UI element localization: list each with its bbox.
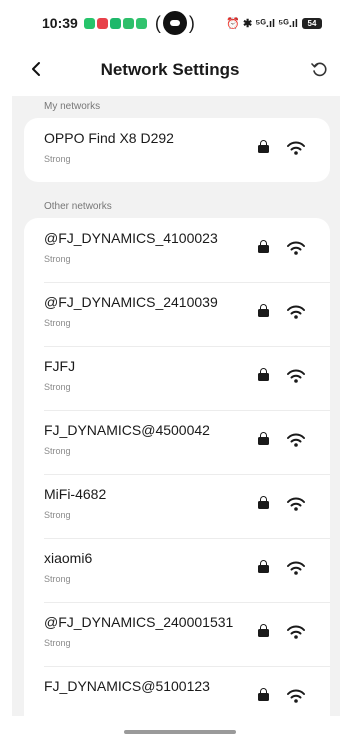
wifi-icon (287, 497, 305, 511)
header: Network Settings (0, 46, 340, 94)
network-row[interactable]: @FJ_DYNAMICS_4100023 Strong (24, 218, 330, 282)
wifi-icon (287, 689, 305, 703)
wifi-icon (287, 241, 305, 255)
wifi-icon (287, 433, 305, 447)
refresh-icon (311, 62, 327, 77)
section-label-other-networks: Other networks (44, 201, 112, 212)
lock-icon (258, 624, 269, 637)
wifi-icon (287, 625, 305, 639)
back-button[interactable] (26, 58, 48, 80)
network-row[interactable]: @FJ_DYNAMICS_240001531 Strong (24, 602, 330, 666)
lock-icon (258, 560, 269, 573)
other-networks-card: @FJ_DYNAMICS_4100023 Strong @FJ_DYNAMICS… (24, 218, 330, 716)
lock-icon (258, 304, 269, 317)
lock-icon (258, 688, 269, 701)
camera-icon (162, 11, 187, 35)
battery-icon: 54 (302, 17, 322, 29)
status-bar: 10:39 () ⏰ ✱ ⁵ᴳ.ıl ⁵ᴳ.ıl 54 (0, 0, 340, 46)
network-row[interactable]: FJFJ Strong (24, 346, 330, 410)
status-right: ⏰ ✱ ⁵ᴳ.ıl ⁵ᴳ.ıl 54 (226, 17, 322, 30)
lock-icon (258, 240, 269, 253)
notification-icon (109, 17, 121, 29)
wifi-icon (287, 305, 305, 319)
status-time: 10:39 (42, 15, 78, 31)
notification-icon (122, 17, 134, 29)
notification-icon (135, 17, 147, 29)
notification-icon (83, 17, 95, 29)
network-row[interactable]: MiFi-4682 Strong (24, 474, 330, 538)
lock-icon (258, 496, 269, 509)
refresh-button[interactable] (308, 58, 330, 80)
chevron-left-icon (32, 62, 40, 76)
notification-icons (83, 17, 147, 29)
wifi-icon (287, 141, 305, 155)
section-label-my-networks: My networks (44, 101, 101, 112)
network-row[interactable]: FJ_DYNAMICS@5100123 (24, 666, 330, 716)
status-indicators: ⏰ ✱ ⁵ᴳ.ıl ⁵ᴳ.ıl (226, 17, 298, 30)
network-row[interactable]: xiaomi6 Strong (24, 538, 330, 602)
lock-icon (258, 432, 269, 445)
home-indicator[interactable] (124, 730, 236, 734)
network-row[interactable]: @FJ_DYNAMICS_2410039 Strong (24, 282, 330, 346)
network-row[interactable]: OPPO Find X8 D292 Strong (24, 118, 330, 182)
page-title: Network Settings (100, 60, 240, 79)
camera-pill: () (155, 11, 195, 35)
network-row[interactable]: FJ_DYNAMICS@4500042 Strong (24, 410, 330, 474)
network-list[interactable]: My networks OPPO Find X8 D292 Strong Oth… (12, 96, 340, 716)
wifi-icon (287, 561, 305, 575)
wifi-icon (287, 369, 305, 383)
lock-icon (258, 140, 269, 153)
my-networks-card: OPPO Find X8 D292 Strong (24, 118, 330, 182)
lock-icon (258, 368, 269, 381)
notification-icon (96, 17, 108, 29)
